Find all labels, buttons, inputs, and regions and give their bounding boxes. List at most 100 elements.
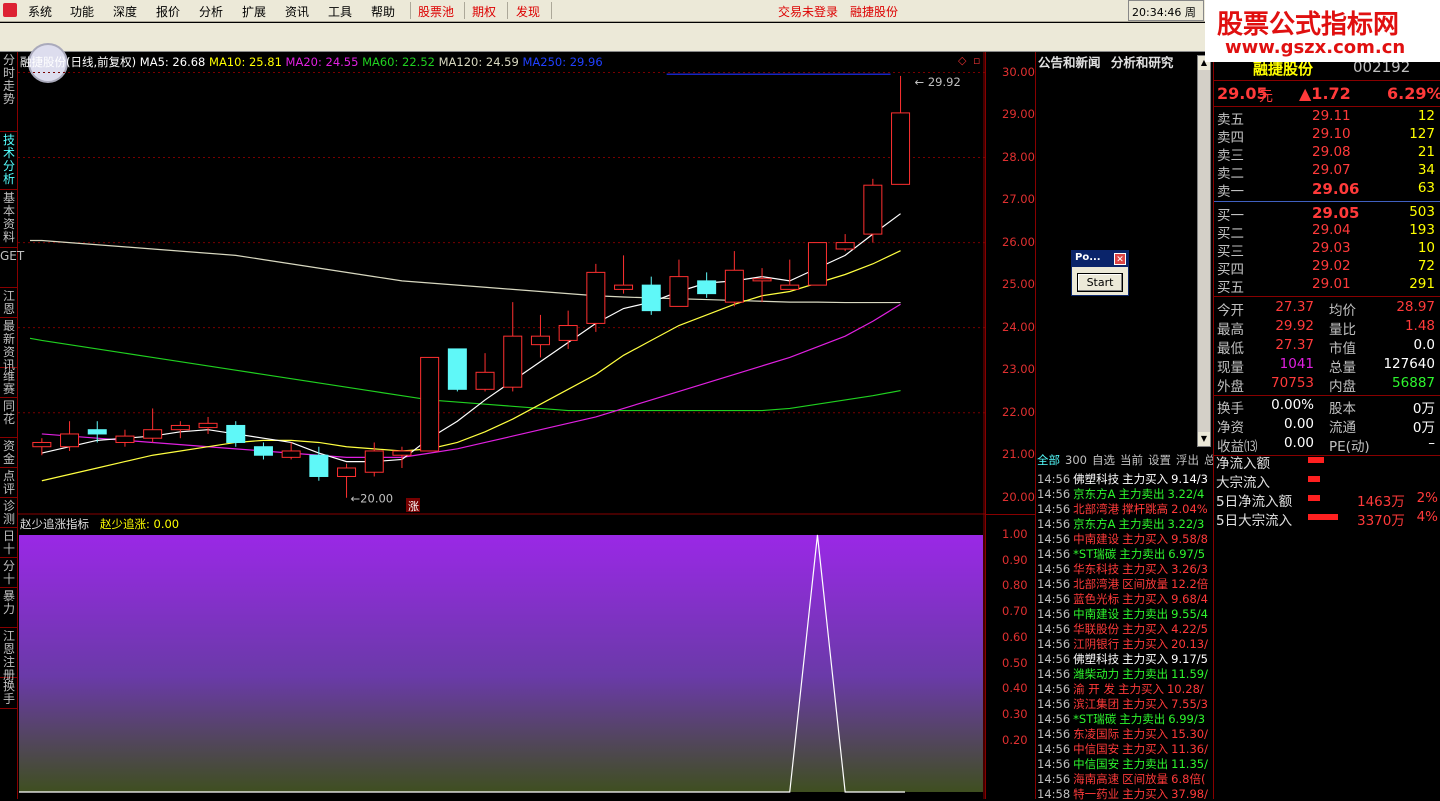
- stat-value: 56887: [1392, 375, 1435, 391]
- flow-row: 5日净流入额 1463万 2%: [1216, 490, 1438, 510]
- ask-volume: 21: [1417, 144, 1435, 160]
- scroll-down-icon[interactable]: ▼: [1198, 432, 1210, 446]
- sub-chart[interactable]: [18, 515, 985, 799]
- news-row[interactable]: 14:56 潍柴动力 主力卖出 11.59/: [1037, 666, 1213, 681]
- login-status[interactable]: 交易未登录: [778, 3, 838, 20]
- news-row[interactable]: 14:56 京东方A 主力卖出 3.22/3: [1037, 516, 1213, 531]
- ask-row: 卖五 29.11 12: [1217, 108, 1439, 128]
- sub-tick: 0.30: [1002, 706, 1028, 721]
- sidebar-tab-2[interactable]: 基本资料: [0, 190, 18, 248]
- news-row[interactable]: 14:56 北部湾港 撑杆跳高 2.04%: [1037, 501, 1213, 516]
- price-tick: 30.00: [1002, 64, 1035, 79]
- sub-tick: 0.40: [1002, 681, 1028, 696]
- news-value: 7.55/3: [1171, 697, 1208, 711]
- stat-value: 1.48: [1404, 318, 1435, 334]
- news-time: 14:56: [1037, 682, 1071, 696]
- news-scrollbar[interactable]: ▲ ▼: [1197, 55, 1211, 447]
- sidebar-tab-14[interactable]: 江恩注册: [0, 628, 18, 682]
- legend-ma60: MA60: 22.52: [362, 55, 435, 69]
- news-filter-2[interactable]: 自选: [1092, 453, 1115, 467]
- news-row[interactable]: 14:56 华联股份 主力买入 4.22/5: [1037, 621, 1213, 636]
- menu-options[interactable]: 期权: [472, 3, 496, 20]
- sidebar-tab-8[interactable]: 资金: [0, 438, 18, 468]
- sidebar-tab-12[interactable]: 分十: [0, 558, 18, 588]
- app-icon[interactable]: [3, 3, 17, 17]
- sub-tick: 0.70: [1002, 604, 1028, 619]
- menu-info[interactable]: 资讯: [285, 3, 309, 20]
- sidebar-tab-7[interactable]: 同花: [0, 398, 18, 438]
- stat-label: 总量: [1329, 360, 1356, 376]
- news-row[interactable]: 14:56 佛塑科技 主力买入 9.17/5: [1037, 651, 1213, 666]
- news-row[interactable]: 14:56 佛塑科技 主力买入 9.14/3: [1037, 471, 1213, 486]
- sidebar-tab-4[interactable]: 江恩: [0, 288, 18, 318]
- candle: [891, 75, 911, 185]
- news-stock: 佛塑科技: [1073, 652, 1120, 666]
- sidebar-tab-11[interactable]: 日十: [0, 528, 18, 558]
- flow-row: 5日大宗流入 3370万 4%: [1216, 509, 1438, 529]
- news-row[interactable]: 14:56 江阴银行 主力买入 20.13/: [1037, 636, 1213, 651]
- sidebar-tab-10[interactable]: 诊测: [0, 498, 18, 528]
- stat-value: 28.97: [1396, 299, 1435, 315]
- stat-value: 0.00%: [1271, 397, 1314, 413]
- menu-stock-pool[interactable]: 股票池: [418, 3, 454, 20]
- menu-quote[interactable]: 报价: [156, 3, 180, 20]
- news-stock: 北部湾港: [1073, 577, 1120, 591]
- news-value: 11.35/: [1171, 757, 1208, 771]
- tab-announcements[interactable]: 公告和新闻: [1038, 55, 1101, 70]
- news-row[interactable]: 14:56 东凌国际 主力买入 15.30/: [1037, 726, 1213, 741]
- news-filter-0[interactable]: 全部: [1037, 453, 1060, 467]
- news-filter-3[interactable]: 当前: [1120, 453, 1143, 467]
- sidebar-tab-5[interactable]: 最新资讯: [0, 318, 18, 372]
- news-row[interactable]: 14:56 渝 开 发主力买入 10.28/: [1037, 681, 1213, 696]
- legend-stock: 融捷股份(日线,前复权): [20, 55, 137, 69]
- news-filter-6[interactable]: 总: [1204, 453, 1213, 467]
- sidebar-tab-1[interactable]: 技术分析: [0, 132, 18, 190]
- news-filter-4[interactable]: 设置: [1148, 453, 1171, 467]
- main-chart[interactable]: ← 29.92 ←20.00 涨 ◇ ▫: [18, 52, 985, 515]
- sidebar-tab-9[interactable]: 点评: [0, 468, 18, 498]
- start-button[interactable]: Start: [1077, 273, 1123, 292]
- close-icon[interactable]: ✕: [1114, 253, 1126, 265]
- menu-help[interactable]: 帮助: [371, 3, 395, 20]
- sidebar-tab-6[interactable]: 维赛: [0, 368, 18, 398]
- news-row[interactable]: 14:56 中南建设 主力买入 9.58/8: [1037, 531, 1213, 546]
- candle: [447, 348, 467, 392]
- menu-depth[interactable]: 深度: [113, 3, 137, 20]
- tab-research[interactable]: 分析和研究: [1111, 55, 1174, 70]
- menu-system[interactable]: 系统: [28, 3, 52, 20]
- menu-analysis[interactable]: 分析: [199, 3, 223, 20]
- news-row[interactable]: 14:56 京东方A 主力卖出 3.22/4: [1037, 486, 1213, 501]
- candle: [253, 442, 273, 460]
- news-action: 主力卖出: [1122, 757, 1169, 771]
- news-row[interactable]: 14:56 *ST瑞碳 主力卖出 6.99/3: [1037, 711, 1213, 726]
- news-row[interactable]: 14:56 海南高速 区间放量 6.8倍(: [1037, 771, 1213, 786]
- stat-row: 换手 0.00% 股本 0万: [1217, 397, 1439, 417]
- legend-ma5: MA5: 26.68: [139, 55, 206, 69]
- sidebar-tab-0[interactable]: 分时走势: [0, 52, 18, 132]
- news-row[interactable]: 14:56 *ST瑞碳 主力卖出 6.97/5: [1037, 546, 1213, 561]
- menu-discover[interactable]: 发现: [516, 3, 540, 20]
- news-row[interactable]: 14:56 中信国安 主力卖出 11.35/: [1037, 756, 1213, 771]
- stock-link[interactable]: 融捷股份: [850, 3, 898, 20]
- menu-extend[interactable]: 扩展: [242, 3, 266, 20]
- news-value: 3.26/3: [1171, 562, 1208, 576]
- news-row[interactable]: 14:56 中信国安 主力买入 11.36/: [1037, 741, 1213, 756]
- sidebar-tab-3[interactable]: GET: [0, 248, 24, 288]
- news-row[interactable]: 14:56 滨江集团 主力买入 7.55/3: [1037, 696, 1213, 711]
- news-row[interactable]: 14:56 中南建设 主力卖出 9.55/4: [1037, 606, 1213, 621]
- stat-value: 0.00: [1283, 416, 1314, 432]
- menu-tools[interactable]: 工具: [328, 3, 352, 20]
- news-action: 主力买入: [1122, 562, 1169, 576]
- sidebar-tab-13[interactable]: 暴力: [0, 588, 18, 628]
- news-filter-1[interactable]: 300: [1065, 453, 1087, 467]
- sidebar-tab-15[interactable]: 换手: [0, 678, 18, 709]
- news-row[interactable]: 14:56 华东科技 主力买入 3.26/3: [1037, 561, 1213, 576]
- menu-function[interactable]: 功能: [70, 3, 94, 20]
- news-row[interactable]: 14:56 北部湾港 区间放量 12.2倍: [1037, 576, 1213, 591]
- stat-row: 今开 27.37 均价 28.97: [1217, 299, 1439, 319]
- news-filter-5[interactable]: 浮出: [1176, 453, 1199, 467]
- popup-window[interactable]: Po... ✕ Start: [1071, 250, 1129, 296]
- news-row[interactable]: 14:56 蓝色光标 主力买入 9.68/4: [1037, 591, 1213, 606]
- chart-area[interactable]: ← 29.92 ←20.00 涨 ◇ ▫ 融捷股份(日线,前复权) MA5: 26.68…: [18, 52, 985, 799]
- news-time: 14:56: [1037, 607, 1071, 621]
